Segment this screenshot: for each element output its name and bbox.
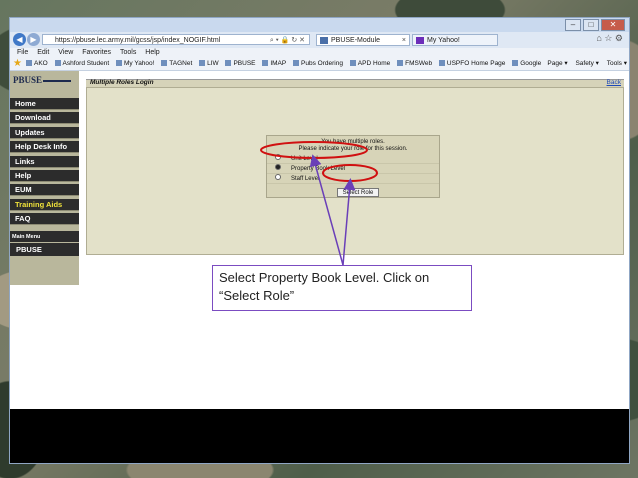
back-arrow-icon[interactable]: ◀ [13,33,26,46]
back-link[interactable]: Back [607,79,621,86]
favorite-my-yahoo[interactable]: My Yahoo! [116,60,154,67]
maximize-icon[interactable]: □ [583,19,599,31]
tab-pbuse-module[interactable]: PBUSE-Module × [316,34,410,46]
roles-panel: You have multiple roles. Please indicate… [86,87,624,255]
role-selection-box: You have multiple roles. Please indicate… [266,135,440,198]
favorites-star-icon[interactable]: ★ [13,59,23,69]
address-input[interactable]: https://pbuse.lec.army.mil/gcss/jsp/inde… [42,34,310,45]
role-label: Property Book Level [291,166,346,172]
window-controls: – □ ✕ [565,19,625,31]
favorite-liw[interactable]: LIW [199,60,219,67]
main-menu-label: Main Menu [12,234,41,240]
sidebar-item-help[interactable]: Help [10,169,79,182]
favorite-google[interactable]: Google [512,60,541,67]
tab-favicon [320,37,328,44]
callout-line2: “Select Role” [219,288,295,303]
role-label: Unit Level [291,156,318,162]
instruction-callout: Select Property Book Level. Click on “Se… [212,265,472,311]
sidebar-item-help-desk-info[interactable]: Help Desk Info [10,141,79,154]
menu-view[interactable]: View [58,49,73,56]
sidebar: PBUSE Home Download Updates Help Desk In… [10,71,79,285]
favorite-imap[interactable]: IMAP [262,60,286,67]
favorite-pbuse[interactable]: PBUSE [225,60,255,67]
favorite-uspfo-home[interactable]: USPFO Home Page [439,60,506,67]
sidebar-item-eum[interactable]: EUM [10,184,79,197]
menu-edit[interactable]: Edit [37,49,49,56]
radio-staff-level[interactable] [275,174,281,180]
favorites-bar: ★ AKO Ashford Student My Yahoo! TAGNet L… [10,58,629,71]
search-refresh-icon[interactable]: ⌕ ▾ 🔒 ↻ ✕ [270,35,305,46]
tab-my-yahoo[interactable]: My Yahoo! [412,34,498,46]
page-content: PBUSE Home Download Updates Help Desk In… [10,71,629,409]
favorite-apd-home[interactable]: APD Home [350,60,391,67]
command-bar: Page ▾ Safety ▾ Tools ▾ [541,58,627,70]
role-option-staff[interactable]: Staff Level [267,174,439,184]
favorite-ashford-student[interactable]: Ashford Student [55,60,110,67]
radio-unit-level[interactable] [275,154,281,160]
role-option-property-book[interactable]: Property Book Level [267,164,439,174]
sidebar-item-download[interactable]: Download [10,112,79,125]
menu-help[interactable]: Help [145,49,159,56]
home-favorites-settings-icons[interactable]: ⌂ ☆ ⚙ [596,33,623,44]
sidebar-item-faq[interactable]: FAQ [10,213,79,226]
address-row: ◀ ▶ https://pbuse.lec.army.mil/gcss/jsp/… [10,32,629,48]
sidebar-item-home[interactable]: Home [10,98,79,110]
tab-label: My Yahoo! [427,37,460,44]
pbuse-logo: PBUSE [13,75,43,85]
forward-arrow-icon[interactable]: ▶ [27,33,40,46]
favorite-ako[interactable]: AKO [26,60,48,67]
role-option-unit[interactable]: Unit Level [267,154,439,164]
role-label: Staff Level [291,176,320,182]
sidebar-item-pbuse[interactable]: PBUSE [10,243,79,256]
roles-message-line1: You have multiple roles. [321,139,385,145]
favorite-pubs-ordering[interactable]: Pubs Ordering [293,60,343,67]
menu-tools[interactable]: Tools [120,49,136,56]
logo-underline [43,80,71,82]
sidebar-item-training-aids[interactable]: Training Aids [10,198,79,211]
tab-favicon [416,37,424,44]
favorite-fmsweb[interactable]: FMSWeb [397,60,432,67]
title-bar: – □ ✕ [10,18,629,32]
minimize-icon[interactable]: – [565,19,581,31]
tab-close-icon[interactable]: × [402,35,406,47]
sidebar-item-updates[interactable]: Updates [10,126,79,139]
sidebar-nav: Home Download Updates Help Desk Info Lin… [10,98,79,228]
address-url: https://pbuse.lec.army.mil/gcss/jsp/inde… [55,37,221,44]
browser-window: – □ ✕ ◀ ▶ https://pbuse.lec.army.mil/gcs… [9,17,630,464]
radio-property-book-level[interactable] [275,164,281,170]
callout-line1: Select Property Book Level. Click on [219,270,430,285]
cmd-tools[interactable]: Tools ▾ [607,60,627,67]
roles-message-line2: Please indicate your role for this sessi… [298,146,408,152]
page-title: Multiple Roles Login [90,79,154,86]
menu-file[interactable]: File [17,49,28,56]
cmd-page[interactable]: Page ▾ [547,60,567,67]
cmd-safety[interactable]: Safety ▾ [575,60,599,67]
close-icon[interactable]: ✕ [601,19,625,31]
tab-label: PBUSE-Module [331,37,381,44]
menu-favorites[interactable]: Favorites [82,49,111,56]
black-footer-area [10,409,629,463]
sidebar-item-links[interactable]: Links [10,155,79,168]
menu-bar: File Edit View Favorites Tools Help [10,48,629,58]
favorite-tagnet[interactable]: TAGNet [161,60,192,67]
select-role-button[interactable]: Select Role [337,188,379,197]
